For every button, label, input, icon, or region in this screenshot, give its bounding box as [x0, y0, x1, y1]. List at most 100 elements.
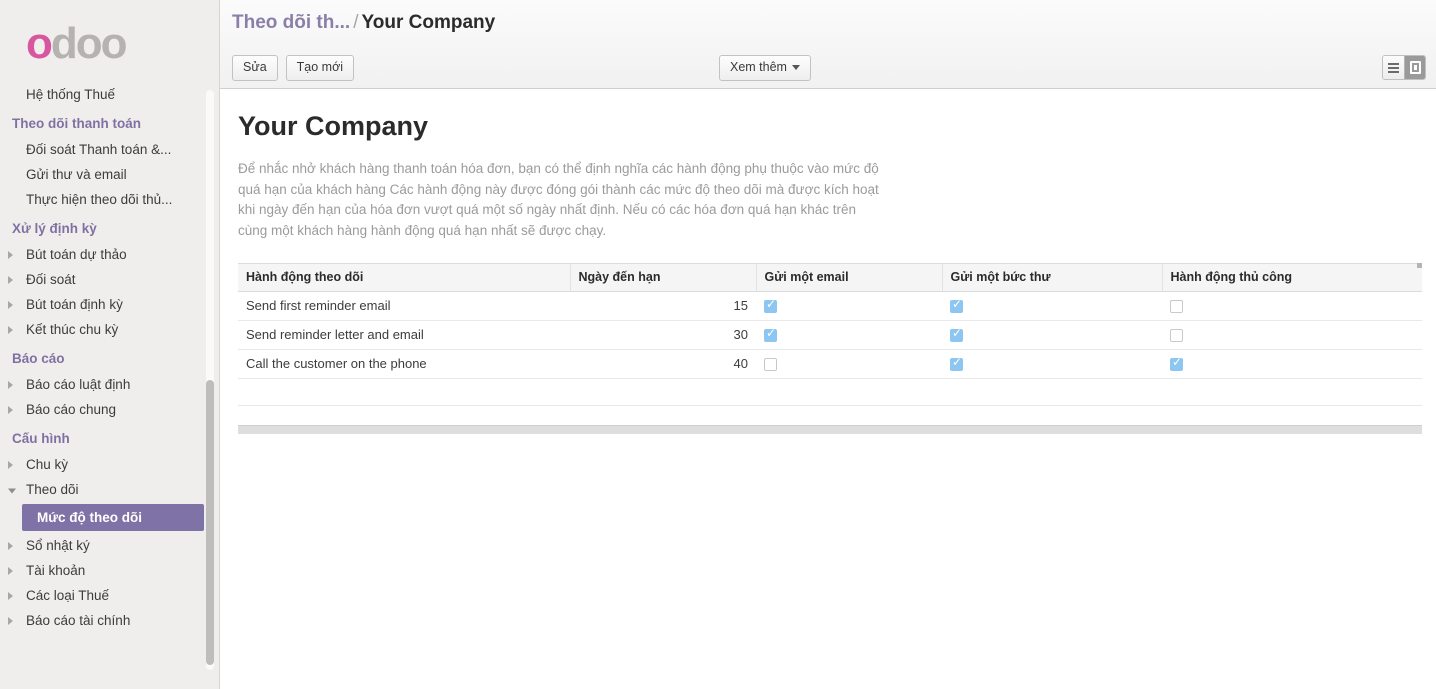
table-row[interactable]: Send first reminder email 15 [238, 291, 1422, 321]
chevron-right-icon [8, 460, 13, 469]
sidebar-item-b-o-c-o-t-i-ch-nh[interactable]: Báo cáo tài chính [0, 608, 220, 633]
send-letter-checkbox[interactable] [950, 356, 963, 371]
column-header-g-i-m-t-b-c-th[interactable]: Gửi một bức thư [942, 262, 1163, 292]
chevron-right-icon [8, 250, 13, 259]
manual-action-cell [1162, 291, 1422, 321]
table-row[interactable]: Send reminder letter and email 30 [238, 320, 1422, 350]
sidebar-item-h-th-ng-thu[interactable]: Hệ thống Thuế [0, 82, 220, 107]
sidebar-item-label: Bút toán dự thảo [26, 247, 127, 262]
sidebar-item-b-o-c-o-chung[interactable]: Báo cáo chung [0, 397, 220, 422]
row-action-name: Send first reminder email [238, 291, 570, 321]
column-header-h-nh-ng-th-c-ng[interactable]: Hành động thủ công [1162, 262, 1422, 292]
more-button[interactable]: Xem thêm [719, 55, 811, 81]
logo-rest-letters: doo [50, 19, 128, 68]
sidebar-section-c-u-h-nh: Cấu hình [12, 431, 70, 446]
table-header-row: Hành động theo dõi Ngày đến hạn Gửi một em… [238, 262, 1422, 292]
sidebar-item-label: Tài khoản [26, 563, 86, 578]
followup-levels-table: Hành động theo dõi Ngày đến hạn Gửi một em… [238, 262, 1422, 406]
sidebar-item-label: Đối soát Thanh toán &... [26, 142, 172, 157]
sidebar-item-c-c-lo-i-thu[interactable]: Các loại Thuế [0, 583, 220, 608]
chevron-right-icon [8, 300, 13, 309]
sidebar-item-label: Báo cáo tài chính [26, 613, 131, 628]
send-email-cell [756, 349, 942, 379]
chevron-down-icon [8, 488, 16, 493]
sidebar-item-label: Hệ thống Thuế [26, 87, 116, 102]
sidebar-item-label: Báo cáo chung [26, 402, 117, 417]
page-description: Để nhắc nhở khách hàng thanh toán hóa đơ… [238, 161, 879, 238]
send-email-checkbox[interactable] [764, 357, 777, 371]
main-panel: Theo dõi th... / Your Company Sửa Tạo mới … [220, 0, 1436, 689]
chevron-right-icon [8, 275, 13, 284]
odoo-logo[interactable]: odoo [0, 0, 220, 82]
sidebar-item-label: Báo cáo luật định [26, 377, 131, 392]
chevron-down-icon [791, 65, 800, 71]
top-bar: Theo dõi th... / Your Company Sửa Tạo mới … [220, 0, 1436, 89]
chevron-right-icon [8, 566, 13, 575]
empty-row-cell[interactable] [238, 378, 1422, 406]
column-header-g-i-m-t-email[interactable]: Gửi một email [756, 262, 943, 292]
action-toolbar: Sửa Tạo mới Xem thêm [232, 55, 1426, 81]
sidebar-item-label: Các loại Thuế [26, 588, 110, 603]
edit-button[interactable]: Sửa [232, 55, 278, 81]
sidebar-item-label: Thực hiện theo dõi thủ... [26, 192, 173, 207]
sidebar-item-label: Gửi thư và email [26, 167, 127, 182]
form-view-icon [1409, 61, 1421, 74]
sidebar-section-b-o-c-o: Báo cáo [12, 351, 65, 366]
table-row[interactable]: Call the customer on the phone 40 [238, 349, 1422, 379]
send-email-checkbox[interactable] [764, 327, 777, 342]
sidebar-item-label: Theo dõi [26, 482, 79, 497]
manual-action-checkbox[interactable] [1170, 328, 1183, 342]
sidebar-item-i-so-t-thanh-to-n[interactable]: Đối soát Thanh toán &... [0, 137, 220, 162]
chevron-right-icon [8, 616, 13, 625]
sidebar-item-theo-d-i[interactable]: Theo dõi [0, 477, 220, 502]
sidebar-item-t-i-kho-n[interactable]: Tài khoản [0, 558, 220, 583]
sidebar-item-m-c-theo-d-i[interactable]: Mức độ theo dõi [22, 504, 204, 531]
form-view-button[interactable] [1404, 56, 1425, 79]
send-letter-checkbox[interactable] [950, 327, 963, 342]
sidebar-section-theo-d-i-thanh-to-n: Theo dõi thanh toán [12, 116, 141, 131]
list-view-button[interactable] [1383, 56, 1404, 79]
sidebar-item-k-t-th-c-chu-k[interactable]: Kết thúc chu kỳ [0, 317, 220, 342]
more-button-label: Xem thêm [730, 60, 787, 74]
sidebar-item-b-o-c-o-lu-t-nh[interactable]: Báo cáo luật định [0, 372, 220, 397]
send-letter-cell [942, 349, 1162, 379]
page-title: Your Company [238, 111, 429, 141]
sidebar-item-g-i-th-v-email[interactable]: Gửi thư và email [0, 162, 220, 187]
sidebar-item-th-c-hi-n-theo-d-i-th[interactable]: Thực hiện theo dõi thủ... [0, 187, 220, 212]
breadcrumb-separator: / [353, 12, 359, 33]
sidebar-item-label: Bút toán định kỳ [26, 297, 123, 312]
sidebar-item-chu-k[interactable]: Chu kỳ [0, 452, 220, 477]
manual-action-checkbox[interactable] [1170, 299, 1183, 313]
breadcrumb-parent-link[interactable]: Theo dõi th... [232, 12, 350, 33]
chevron-right-icon [8, 541, 13, 550]
sidebar-item-i-so-t[interactable]: Đối soát [0, 267, 220, 292]
column-header-h-nh-ng-theo-d-i[interactable]: Hành động theo dõi [238, 262, 571, 292]
sidebar-item-s-nh-t-k[interactable]: Sổ nhật ký [0, 533, 220, 558]
list-view-icon [1388, 62, 1399, 73]
chevron-right-icon [8, 380, 13, 389]
table-empty-row[interactable] [238, 378, 1422, 406]
sidebar-item-b-t-to-n-nh-k[interactable]: Bút toán định kỳ [0, 292, 220, 317]
sidebar-section-x-l-nh-k: Xử lý định kỳ [12, 221, 97, 236]
app-root: odoo Hệ thống Thuế Theo dõi thanh toán Đối… [0, 0, 1436, 689]
manual-action-cell [1162, 320, 1422, 350]
send-email-checkbox[interactable] [764, 298, 777, 313]
sidebar: odoo Hệ thống Thuế Theo dõi thanh toán Đối… [0, 0, 220, 689]
manual-action-checkbox[interactable] [1170, 356, 1183, 371]
send-email-cell [756, 291, 942, 321]
chevron-right-icon [8, 405, 13, 414]
chevron-right-icon [8, 591, 13, 600]
form-sheet: Your Company Để nhắc nhở khách hàng than… [220, 89, 1436, 434]
sidebar-scrollbar-thumb[interactable] [206, 380, 214, 665]
sidebar-nav: Hệ thống Thuế Theo dõi thanh toán Đối soát… [0, 82, 220, 633]
column-resize-handle[interactable] [1417, 262, 1422, 268]
sidebar-item-label: Chu kỳ [26, 457, 69, 472]
table-body: Send first reminder email15Send reminder… [238, 291, 1422, 406]
create-button[interactable]: Tạo mới [285, 55, 355, 81]
sidebar-item-b-t-to-n-d-th-o[interactable]: Bút toán dự thảo [0, 242, 220, 267]
send-email-cell [756, 320, 942, 350]
send-letter-checkbox[interactable] [950, 298, 963, 313]
manual-action-cell [1162, 349, 1422, 379]
table-head: Hành động theo dõi Ngày đến hạn Gửi một em… [238, 262, 1422, 292]
column-header-ng-y-n-h-n[interactable]: Ngày đến hạn [570, 262, 757, 292]
